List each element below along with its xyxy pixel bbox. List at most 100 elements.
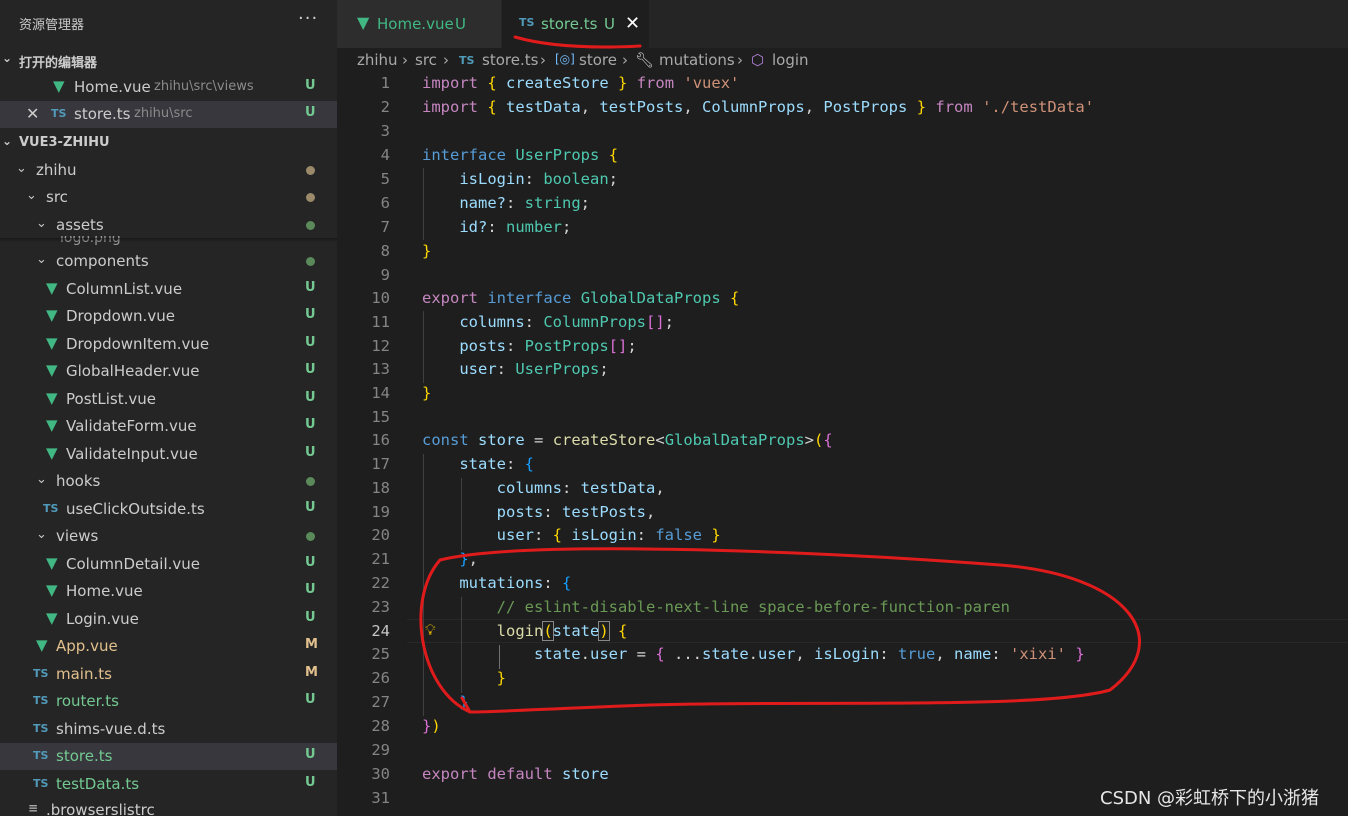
file-item[interactable]: ▼ ValidateInput.vue U: [0, 441, 337, 468]
file-item[interactable]: TS shims-vue.d.ts: [0, 716, 337, 743]
git-status-badge: U: [305, 582, 316, 597]
folder-hooks[interactable]: ⌄ hooks: [0, 468, 337, 495]
file-item[interactable]: TS router.ts U: [0, 688, 337, 715]
breadcrumb-item[interactable]: src: [415, 51, 437, 69]
typescript-file-icon: TS: [33, 749, 49, 762]
wrench-icon: 🔧︎: [635, 51, 655, 69]
variable-icon: [◎]: [555, 52, 575, 66]
file-item[interactable]: ≡ .browserslistrc: [0, 797, 337, 816]
vue-file-icon: ▼: [46, 361, 58, 379]
tab-store-ts[interactable]: TS store.ts U ✕: [502, 0, 649, 48]
lightbulb-icon[interactable]: 💡︎: [425, 621, 436, 639]
file-name: Dropdown.vue: [66, 307, 175, 325]
chevron-down-icon: ⌄: [16, 161, 27, 176]
file-name: GlobalHeader.vue: [66, 362, 200, 380]
typescript-file-icon: TS: [459, 54, 475, 67]
code-line: user: { isLogin: false }: [496, 526, 721, 544]
file-item[interactable]: ▼ Dropdown.vue U: [0, 303, 337, 330]
open-editors-section[interactable]: ⌄ 打开的编辑器: [0, 48, 337, 72]
workspace-section[interactable]: ⌄ VUE3-ZHIHU: [0, 131, 337, 155]
code-line: state.user = { ...state.user, isLogin: t…: [533, 645, 1085, 663]
more-actions-icon[interactable]: ···: [298, 8, 318, 29]
scroll-shadow: [0, 238, 337, 242]
untracked-dot-icon: [306, 257, 315, 266]
line-number: 18: [371, 479, 390, 497]
code-line: id?: number;: [459, 218, 572, 236]
open-editor-item[interactable]: ▼ Home.vue zhihu\src\views U: [0, 74, 337, 101]
tab-bar: ▼ Home.vue U TS store.ts U ✕: [337, 0, 1348, 48]
folder-name: views: [56, 527, 99, 545]
chevron-right-icon: ›: [402, 51, 408, 69]
file-item[interactable]: TS useClickOutside.ts U: [0, 496, 337, 523]
vue-file-icon: ▼: [46, 279, 58, 297]
breadcrumb-item[interactable]: login: [772, 51, 809, 69]
git-status-badge: U: [305, 555, 316, 570]
close-icon[interactable]: ✕: [26, 104, 39, 123]
code-line: }: [496, 669, 506, 687]
code-line: isLogin: boolean;: [459, 170, 618, 188]
folder-components[interactable]: ⌄ components: [0, 248, 337, 275]
file-item[interactable]: ▼ Login.vue U: [0, 606, 337, 633]
chevron-right-icon: ›: [443, 51, 449, 69]
git-status-badge: U: [305, 390, 316, 405]
file-item[interactable]: TS testData.ts U: [0, 771, 337, 798]
typescript-file-icon: TS: [33, 667, 49, 680]
chevron-right-icon: ›: [737, 51, 743, 69]
line-number: 15: [371, 408, 390, 426]
line-number: 21: [371, 550, 390, 568]
line-number: 16: [371, 431, 390, 449]
git-status-badge: U: [455, 15, 466, 33]
file-name: ValidateInput.vue: [66, 445, 198, 463]
modified-dot-icon: [306, 193, 315, 202]
open-editor-item[interactable]: ✕ TS store.ts zhihu\src U: [0, 101, 337, 128]
typescript-file-icon: TS: [33, 722, 49, 735]
file-item[interactable]: ▼ PostList.vue U: [0, 386, 337, 413]
tab-home-vue[interactable]: ▼ Home.vue U: [337, 0, 501, 48]
line-number: 11: [371, 313, 390, 331]
chevron-down-icon: ⌄: [36, 216, 47, 231]
line-number: 5: [380, 170, 390, 188]
folder-src[interactable]: ⌄ src: [0, 184, 337, 211]
open-editor-path: zhihu\src: [134, 106, 193, 121]
folder-name: assets: [56, 216, 104, 234]
code-line: name?: string;: [459, 194, 591, 212]
typescript-file-icon: TS: [33, 694, 49, 707]
file-item[interactable]: ▼ ColumnDetail.vue U: [0, 551, 337, 578]
breadcrumb-item[interactable]: store.ts: [482, 51, 538, 69]
file-item[interactable]: ▼ ColumnList.vue U: [0, 276, 337, 303]
folder-assets[interactable]: ⌄ assets: [0, 212, 337, 239]
code-editor[interactable]: 1 2 3 4 5 6 7 8 9 10 11 12 13 14 15 16 17 18 19 20 21 22 23 24 2…: [337, 72, 1348, 816]
code-line: mutations: {: [459, 574, 572, 592]
git-status-badge: U: [305, 692, 316, 707]
file-item[interactable]: ▼ GlobalHeader.vue U: [0, 358, 337, 385]
folder-name: hooks: [56, 472, 101, 490]
breadcrumb-item[interactable]: zhihu: [357, 51, 398, 69]
file-item[interactable]: ▼ ValidateForm.vue U: [0, 413, 337, 440]
line-number: 8: [380, 242, 390, 260]
watermark: CSDN @彩虹桥下的小浙猪: [1100, 788, 1320, 809]
file-item[interactable]: TS main.ts M: [0, 661, 337, 688]
file-item[interactable]: ▼ DropdownItem.vue U: [0, 331, 337, 358]
git-status-badge: U: [305, 335, 316, 350]
folder-zhihu[interactable]: ⌄ zhihu: [0, 157, 337, 184]
file-item-selected[interactable]: TS store.ts U: [0, 743, 337, 770]
file-name: App.vue: [56, 637, 118, 655]
typescript-file-icon: TS: [519, 16, 535, 29]
explorer-sidebar: 资源管理器 ··· ⌄ 打开的编辑器 ▼ Home.vue zhihu\src\…: [0, 0, 337, 816]
open-editor-path: zhihu\src\views: [154, 79, 254, 94]
file-item[interactable]: ▼ Home.vue U: [0, 578, 337, 605]
code-line: columns: ColumnProps[];: [459, 313, 674, 331]
breadcrumb-item[interactable]: store: [579, 51, 617, 69]
file-name: .browserslistrc: [46, 801, 155, 816]
code-line: export interface GlobalDataProps {: [422, 289, 740, 307]
folder-views[interactable]: ⌄ views: [0, 523, 337, 550]
line-number: 31: [371, 789, 390, 807]
line-number: 7: [380, 218, 390, 236]
file-item[interactable]: ▼ App.vue M: [0, 633, 337, 660]
modified-dot-icon: [306, 166, 315, 175]
git-status-badge: U: [305, 747, 316, 762]
git-status-badge: U: [305, 78, 316, 93]
close-icon[interactable]: ✕: [625, 13, 640, 34]
chevron-down-icon: ⌄: [2, 134, 13, 148]
breadcrumb-item[interactable]: mutations: [659, 51, 735, 69]
